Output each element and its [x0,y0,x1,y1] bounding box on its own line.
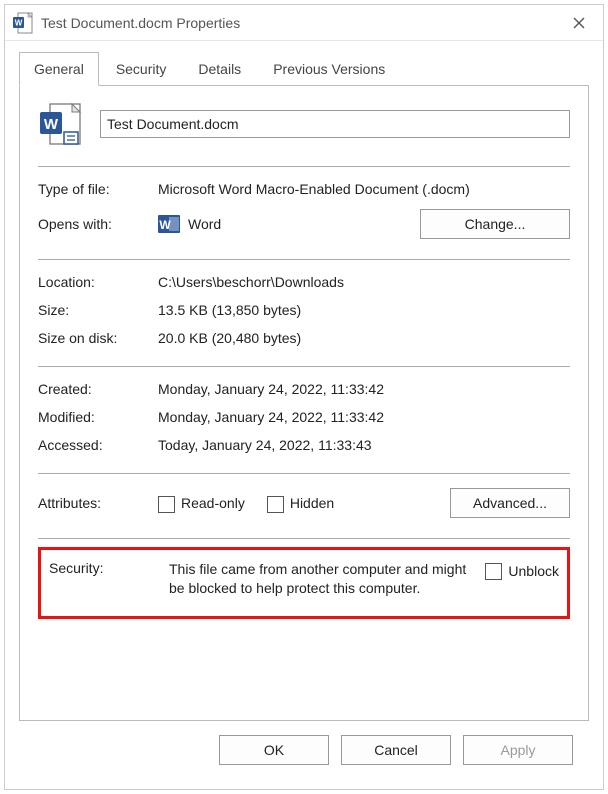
accessed-label: Accessed: [38,437,158,453]
read-only-checkbox[interactable]: Read-only [158,495,245,512]
read-only-label: Read-only [181,495,245,511]
svg-text:W: W [159,218,171,232]
separator [38,473,570,474]
location-label: Location: [38,274,158,290]
checkbox-icon [267,496,284,513]
tab-details[interactable]: Details [183,52,256,86]
svg-text:W: W [44,116,59,133]
modified-label: Modified: [38,409,158,425]
size-on-disk-label: Size on disk: [38,330,158,346]
separator [38,259,570,260]
type-label: Type of file: [38,181,158,197]
accessed-row: Accessed: Today, January 24, 2022, 11:33… [38,437,570,453]
modified-value: Monday, January 24, 2022, 11:33:42 [158,409,570,425]
checkbox-icon [158,496,175,513]
opens-with-app: Word [188,216,221,232]
size-on-disk-value: 20.0 KB (20,480 bytes) [158,330,570,346]
advanced-button[interactable]: Advanced... [450,488,570,518]
opens-with-row: Opens with: W Word Change... [38,209,570,239]
dialog-buttons: OK Cancel Apply [19,721,589,779]
attributes-label: Attributes: [38,495,158,511]
size-on-disk-row: Size on disk: 20.0 KB (20,480 bytes) [38,330,570,346]
tab-general[interactable]: General [19,52,99,86]
word-app-icon: W [158,213,180,235]
created-label: Created: [38,381,158,397]
unblock-label: Unblock [508,563,559,579]
filename-row: W [38,102,570,146]
tab-previous-versions[interactable]: Previous Versions [258,52,400,86]
size-label: Size: [38,302,158,318]
created-row: Created: Monday, January 24, 2022, 11:33… [38,381,570,397]
filename-input[interactable] [100,110,570,138]
separator [38,366,570,367]
type-value: Microsoft Word Macro-Enabled Document (.… [158,181,570,197]
file-type-row: Type of file: Microsoft Word Macro-Enabl… [38,181,570,197]
size-value: 13.5 KB (13,850 bytes) [158,302,570,318]
word-file-icon: W [13,12,33,34]
hidden-checkbox[interactable]: Hidden [267,495,334,512]
created-value: Monday, January 24, 2022, 11:33:42 [158,381,570,397]
word-macro-file-icon: W [40,102,82,146]
checkbox-icon [485,563,502,580]
window-title: Test Document.docm Properties [41,15,563,31]
modified-row: Modified: Monday, January 24, 2022, 11:3… [38,409,570,425]
ok-button[interactable]: OK [219,735,329,765]
security-label: Security: [49,560,169,576]
tab-security[interactable]: Security [101,52,182,86]
security-highlight-box: Security: This file came from another co… [38,547,570,619]
location-value: C:\Users\beschorr\Downloads [158,274,570,290]
apply-button[interactable]: Apply [463,735,573,765]
accessed-value: Today, January 24, 2022, 11:33:43 [158,437,570,453]
tab-bar: General Security Details Previous Versio… [19,51,589,86]
security-text: This file came from another computer and… [169,560,485,598]
location-row: Location: C:\Users\beschorr\Downloads [38,274,570,290]
size-row: Size: 13.5 KB (13,850 bytes) [38,302,570,318]
close-button[interactable] [563,11,595,35]
close-icon [573,17,585,29]
properties-dialog: W Test Document.docm Properties General … [4,4,604,790]
hidden-label: Hidden [290,495,334,511]
change-button[interactable]: Change... [420,209,570,239]
separator [38,538,570,539]
attributes-row: Attributes: Read-only Hidden Advanced... [38,488,570,518]
svg-text:W: W [15,18,23,27]
cancel-button[interactable]: Cancel [341,735,451,765]
opens-with-label: Opens with: [38,216,158,232]
separator [38,166,570,167]
unblock-checkbox[interactable]: Unblock [485,562,559,579]
titlebar: W Test Document.docm Properties [5,5,603,41]
general-panel: W Type of file: Microsoft Word Macro-Ena… [19,86,589,721]
